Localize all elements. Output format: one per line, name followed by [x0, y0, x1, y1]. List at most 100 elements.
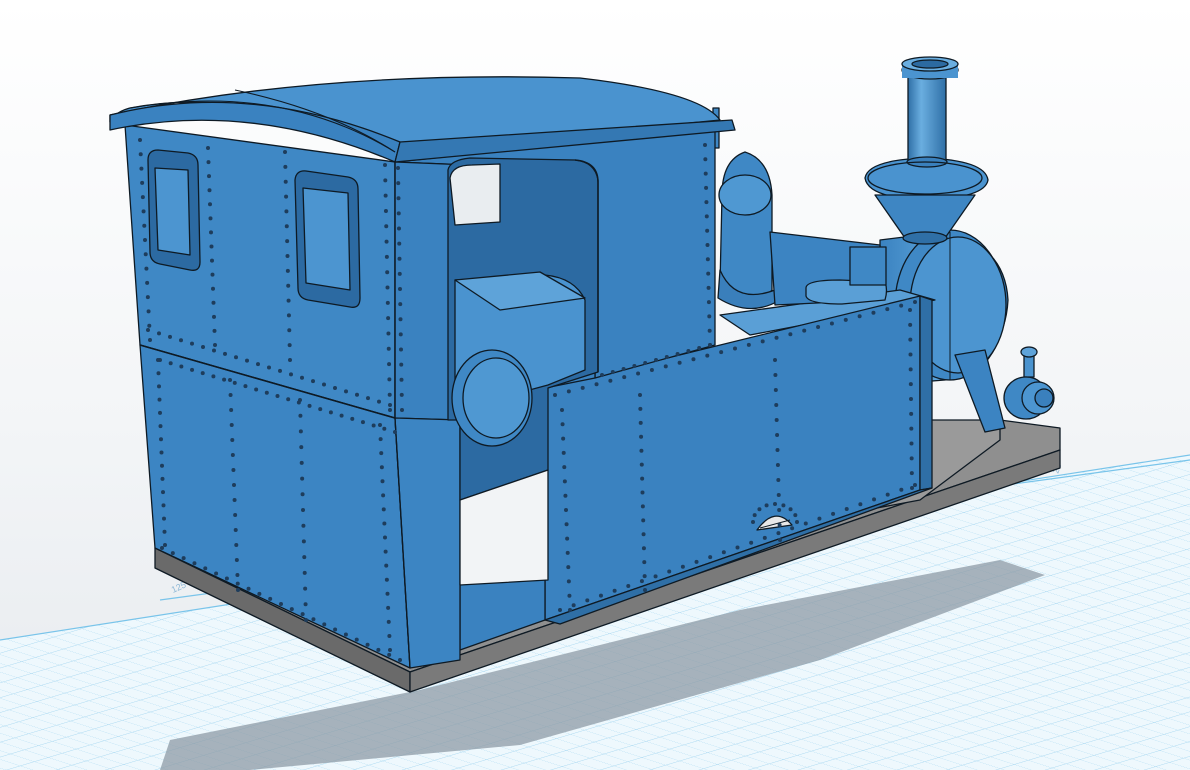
rivet: [138, 152, 143, 157]
rivet: [307, 403, 312, 408]
rivet: [774, 418, 779, 422]
rivet: [721, 550, 726, 555]
rivet: [386, 346, 391, 351]
rivet: [162, 529, 167, 534]
rivet: [707, 314, 712, 319]
rivet: [302, 555, 307, 560]
rivet: [138, 138, 142, 142]
rivet: [909, 397, 913, 401]
rivet: [211, 286, 215, 291]
rivet: [388, 403, 392, 407]
rivet: [697, 346, 702, 350]
rivet: [140, 180, 145, 185]
rivet: [399, 362, 404, 367]
rivet: [289, 607, 294, 612]
rivet: [160, 476, 165, 481]
rivet: [598, 593, 603, 598]
rivet: [663, 364, 668, 369]
rivet: [235, 573, 240, 577]
rivet: [386, 316, 391, 321]
rivet: [234, 543, 239, 547]
rivet: [686, 349, 691, 353]
rivet: [393, 430, 397, 434]
rivet: [680, 564, 685, 569]
rivet: [774, 403, 779, 407]
rivet: [156, 358, 160, 362]
rivet: [704, 200, 709, 205]
rivet: [256, 362, 260, 367]
rivet: [234, 355, 238, 360]
rivet: [214, 571, 219, 576]
rivet: [298, 398, 302, 402]
rivet: [817, 516, 822, 521]
rivet: [383, 178, 388, 183]
rivet: [773, 373, 778, 377]
rivet: [168, 334, 172, 339]
rivet: [632, 364, 637, 368]
rivet: [212, 314, 216, 319]
rivet: [566, 579, 571, 584]
rivet: [285, 254, 290, 258]
rivet: [254, 387, 259, 392]
rivet: [774, 335, 779, 340]
rivet: [600, 373, 604, 377]
rivet: [322, 622, 327, 627]
rivet: [285, 268, 290, 273]
rivet: [211, 300, 216, 305]
3d-viewport[interactable]: 125 25: [0, 0, 1190, 770]
rivet: [398, 658, 402, 662]
rivet: [909, 441, 914, 446]
rivet: [212, 328, 217, 333]
rivet: [146, 328, 150, 332]
rivet: [790, 526, 795, 531]
rivet: [158, 410, 162, 415]
rivet: [909, 471, 914, 476]
rivet: [386, 605, 391, 610]
rivet: [283, 164, 288, 169]
rivet: [230, 453, 235, 457]
rivet: [200, 371, 205, 376]
rivet: [908, 308, 912, 312]
rivet: [638, 393, 642, 397]
rivet: [639, 434, 644, 439]
rivet: [161, 490, 165, 495]
rivet: [705, 257, 710, 262]
rivet: [776, 493, 781, 497]
rivet: [304, 618, 308, 622]
rivet: [908, 322, 913, 327]
rivet: [322, 382, 326, 387]
rivet: [654, 358, 658, 362]
rivet: [380, 479, 385, 484]
rivet: [677, 360, 682, 365]
rivet: [638, 406, 643, 411]
rivet: [641, 532, 646, 537]
tank-filler-box[interactable]: [849, 246, 887, 286]
rivet: [300, 612, 305, 617]
scene-canvas[interactable]: 125 25: [0, 0, 1190, 770]
rivet: [159, 450, 164, 455]
rivet: [640, 476, 645, 481]
rivet: [386, 619, 391, 624]
rivet: [667, 569, 672, 574]
rivet: [156, 371, 161, 376]
rivet: [190, 367, 195, 372]
rivet: [284, 209, 289, 214]
rivet: [285, 239, 290, 244]
rivet: [300, 476, 305, 481]
rivet: [638, 420, 643, 425]
rivet: [160, 463, 164, 468]
rivet: [385, 300, 390, 305]
rivet: [232, 498, 237, 502]
rivet: [642, 560, 647, 565]
rivet: [857, 314, 862, 319]
rivet: [777, 523, 782, 527]
rivet: [612, 588, 617, 593]
rivet: [752, 513, 757, 518]
rivet: [773, 388, 778, 392]
rivet: [139, 166, 144, 171]
rivet: [224, 576, 229, 581]
rivet: [707, 328, 712, 333]
rivet: [246, 586, 251, 591]
rivet: [398, 302, 403, 307]
rivet: [213, 343, 217, 347]
